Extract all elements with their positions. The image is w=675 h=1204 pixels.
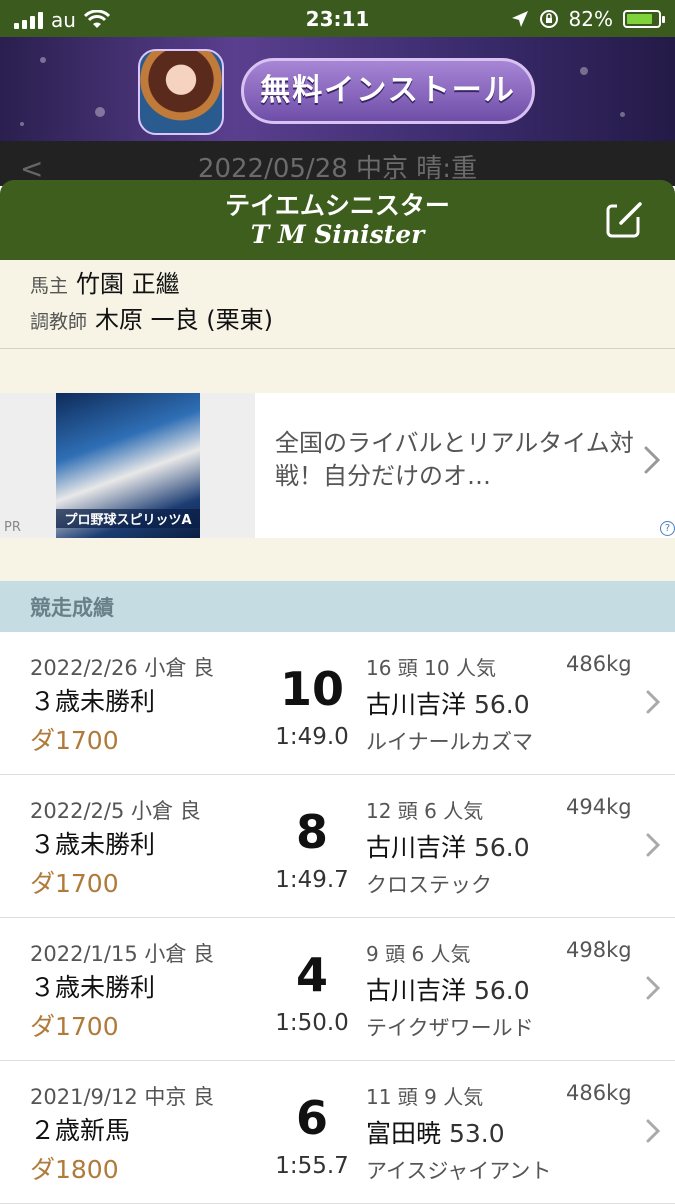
- jockey-weight: 56.0: [473, 976, 530, 1005]
- horse-weight: 498kg: [566, 938, 632, 962]
- race-date: 2022/1/15 小倉 良: [30, 942, 215, 966]
- race-name: ２歳新馬: [30, 1116, 131, 1145]
- winner-name: テイクザワールド: [366, 1016, 534, 1040]
- owner-label: 馬主: [30, 275, 69, 297]
- field-popularity: 12 頭 6 人気: [366, 799, 484, 823]
- jockey: 古川吉洋 56.0: [366, 971, 530, 1007]
- pr-label: PR: [4, 520, 21, 535]
- jockey: 富田暁 53.0: [366, 1114, 505, 1150]
- race-date: 2022/2/5 小倉 良: [30, 799, 201, 823]
- race-time: 1:49.7: [275, 867, 349, 893]
- jockey: 古川吉洋 56.0: [366, 685, 530, 721]
- chevron-right-icon[interactable]: [645, 832, 661, 858]
- jockey-name: 古川吉洋: [366, 690, 467, 719]
- jockey-weight: 56.0: [473, 690, 530, 719]
- jockey: 古川吉洋 56.0: [366, 828, 530, 864]
- jockey-weight: 53.0: [448, 1119, 505, 1148]
- winner-name: クロステック: [366, 873, 492, 897]
- game-ad[interactable]: プロ野球スピリッツA PR 全国のライバルとリアルタイム対戦！自分だけのオ… ?: [0, 393, 675, 538]
- ad-text[interactable]: 全国のライバルとリアルタイム対戦！自分だけのオ…: [275, 427, 635, 493]
- finish-position: 4: [295, 948, 328, 1002]
- chevron-right-icon[interactable]: [645, 975, 661, 1001]
- horse-weight: 494kg: [566, 795, 632, 819]
- location-arrow-icon: [511, 11, 528, 27]
- edit-icon[interactable]: [605, 199, 645, 239]
- jockey-name: 富田暁: [366, 1119, 442, 1148]
- status-bar: au 23:11 82%: [0, 0, 675, 37]
- field-popularity: 16 頭 10 人気: [366, 656, 496, 680]
- owner-value: 竹園 正繼: [76, 270, 180, 298]
- horse-info: 馬主 竹園 正繼 調教師 木原 一良 (栗東): [0, 260, 675, 393]
- trainer-label: 調教師: [30, 311, 88, 333]
- race-distance: ダ1800: [30, 1155, 119, 1184]
- race-row[interactable]: 2022/2/26 小倉 良 ３歳未勝利 ダ1700 10 1:49.0 16 …: [0, 632, 675, 775]
- horse-name-jp: テイエムシニスター: [225, 191, 450, 220]
- finish-position: 10: [279, 662, 344, 716]
- owner-row: 馬主 竹園 正繼: [30, 264, 180, 299]
- game-app-icon[interactable]: [138, 49, 224, 135]
- race-distance: ダ1700: [30, 726, 119, 755]
- ad-info-icon[interactable]: ?: [660, 521, 675, 536]
- horse-header: テイエムシニスター T M Sinister: [0, 180, 675, 260]
- spacer: [0, 538, 675, 581]
- battery-icon: [623, 10, 665, 28]
- orientation-lock-icon: [539, 10, 558, 28]
- jockey-weight: 56.0: [473, 833, 530, 862]
- field-popularity: 11 頭 9 人気: [366, 1085, 484, 1109]
- race-time: 1:49.0: [275, 724, 349, 750]
- finish-position: 8: [295, 805, 328, 859]
- divider: [0, 348, 675, 349]
- horse-weight: 486kg: [566, 1081, 632, 1105]
- race-distance: ダ1700: [30, 1012, 119, 1041]
- race-name: ３歳未勝利: [30, 830, 156, 859]
- chevron-right-icon[interactable]: [645, 689, 661, 715]
- winner-name: ルイナールカズマ: [366, 730, 533, 754]
- race-time: 1:50.0: [275, 1010, 349, 1036]
- free-install-button[interactable]: 無料インストール: [241, 58, 535, 124]
- race-name: ３歳未勝利: [30, 687, 156, 716]
- race-time: 1:55.7: [275, 1153, 349, 1179]
- race-row[interactable]: 2022/2/5 小倉 良 ３歳未勝利 ダ1700 8 1:49.7 12 頭 …: [0, 775, 675, 918]
- winner-name: アイスジャイアント: [366, 1159, 552, 1183]
- horse-name-en: T M Sinister: [250, 220, 425, 249]
- race-row[interactable]: 2021/9/12 中京 良 ２歳新馬 ダ1800 6 1:55.7 11 頭 …: [0, 1061, 675, 1204]
- race-distance: ダ1700: [30, 869, 119, 898]
- trainer-value: 木原 一良 (栗東): [95, 306, 273, 334]
- race-date: 2022/2/26 小倉 良: [30, 656, 215, 680]
- section-header: 競走成績: [0, 581, 675, 632]
- trainer-row: 調教師 木原 一良 (栗東): [30, 300, 273, 335]
- race-date: 2021/9/12 中京 良: [30, 1085, 215, 1109]
- ad-thumbnail[interactable]: プロ野球スピリッツA: [56, 393, 200, 538]
- horse-weight: 486kg: [566, 652, 632, 676]
- field-popularity: 9 頭 6 人気: [366, 942, 471, 966]
- race-name: ３歳未勝利: [30, 973, 156, 1002]
- top-ad-banner[interactable]: 無料インストール: [0, 37, 675, 141]
- status-right: 82%: [511, 7, 665, 31]
- chevron-right-icon[interactable]: [643, 445, 661, 475]
- battery-percent: 82%: [568, 7, 613, 31]
- finish-position: 6: [295, 1091, 328, 1145]
- jockey-name: 古川吉洋: [366, 976, 467, 1005]
- ad-thumbnail-logo: プロ野球スピリッツA: [56, 509, 200, 528]
- jockey-name: 古川吉洋: [366, 833, 467, 862]
- chevron-right-icon[interactable]: [645, 1118, 661, 1144]
- race-row[interactable]: 2022/1/15 小倉 良 ３歳未勝利 ダ1700 4 1:50.0 9 頭 …: [0, 918, 675, 1061]
- race-results-list: 2022/2/26 小倉 良 ３歳未勝利 ダ1700 10 1:49.0 16 …: [0, 632, 675, 1204]
- section-title: 競走成績: [30, 596, 114, 620]
